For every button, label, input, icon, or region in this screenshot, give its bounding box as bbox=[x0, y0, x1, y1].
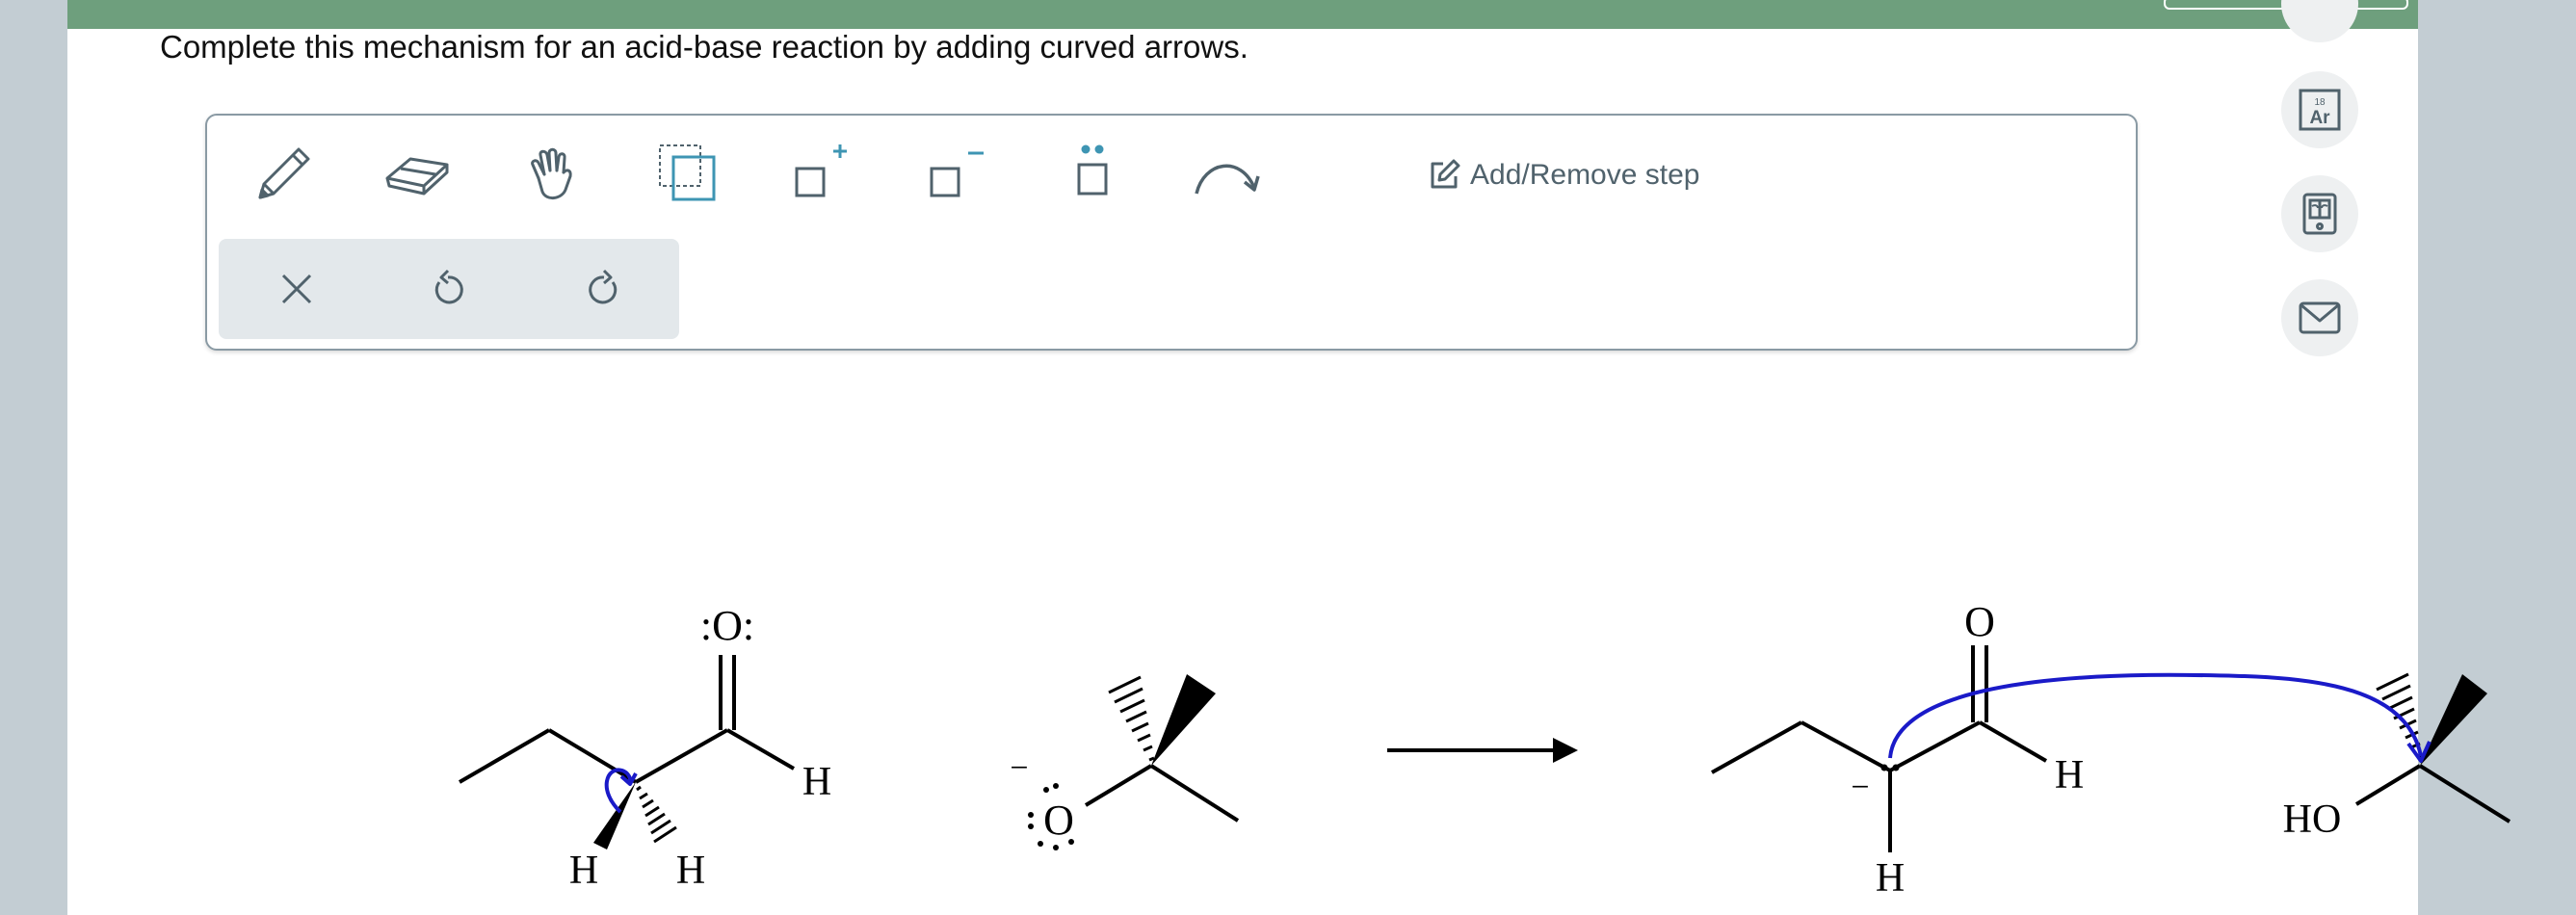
mechanism-canvas[interactable]: :O: H H H O − O H H − HO bbox=[0, 0, 2576, 915]
reactant2-hashed-wedge bbox=[1108, 675, 1155, 762]
reactant-alkoxide bbox=[1084, 764, 1240, 823]
reactant1-h-bottom: H bbox=[676, 849, 705, 893]
product2-ho: HO bbox=[2283, 797, 2342, 842]
product1-charge: − bbox=[1851, 770, 1869, 805]
reactant1-h-right: H bbox=[802, 760, 831, 804]
reactant1-oxygen: :O: bbox=[700, 602, 754, 649]
product1-h-bottom: H bbox=[1876, 856, 1905, 901]
reactant-aldehyde bbox=[458, 655, 796, 784]
product2-solid-wedge bbox=[2420, 674, 2487, 766]
reactant2-charge: − bbox=[1010, 750, 1028, 786]
product1-oxygen: O bbox=[1964, 598, 1995, 645]
reactant2-solid-wedge bbox=[1151, 674, 1216, 766]
reaction-arrow-head bbox=[1553, 738, 1578, 763]
reactant1-h-left: H bbox=[569, 849, 598, 893]
reactant2-oxygen: O bbox=[1043, 797, 1074, 844]
product-alcohol bbox=[2354, 764, 2511, 824]
product1-h-right: H bbox=[2055, 753, 2084, 797]
hashed-wedge bbox=[636, 785, 677, 844]
product-carbanion bbox=[1711, 645, 2048, 852]
solid-wedge bbox=[593, 782, 636, 850]
